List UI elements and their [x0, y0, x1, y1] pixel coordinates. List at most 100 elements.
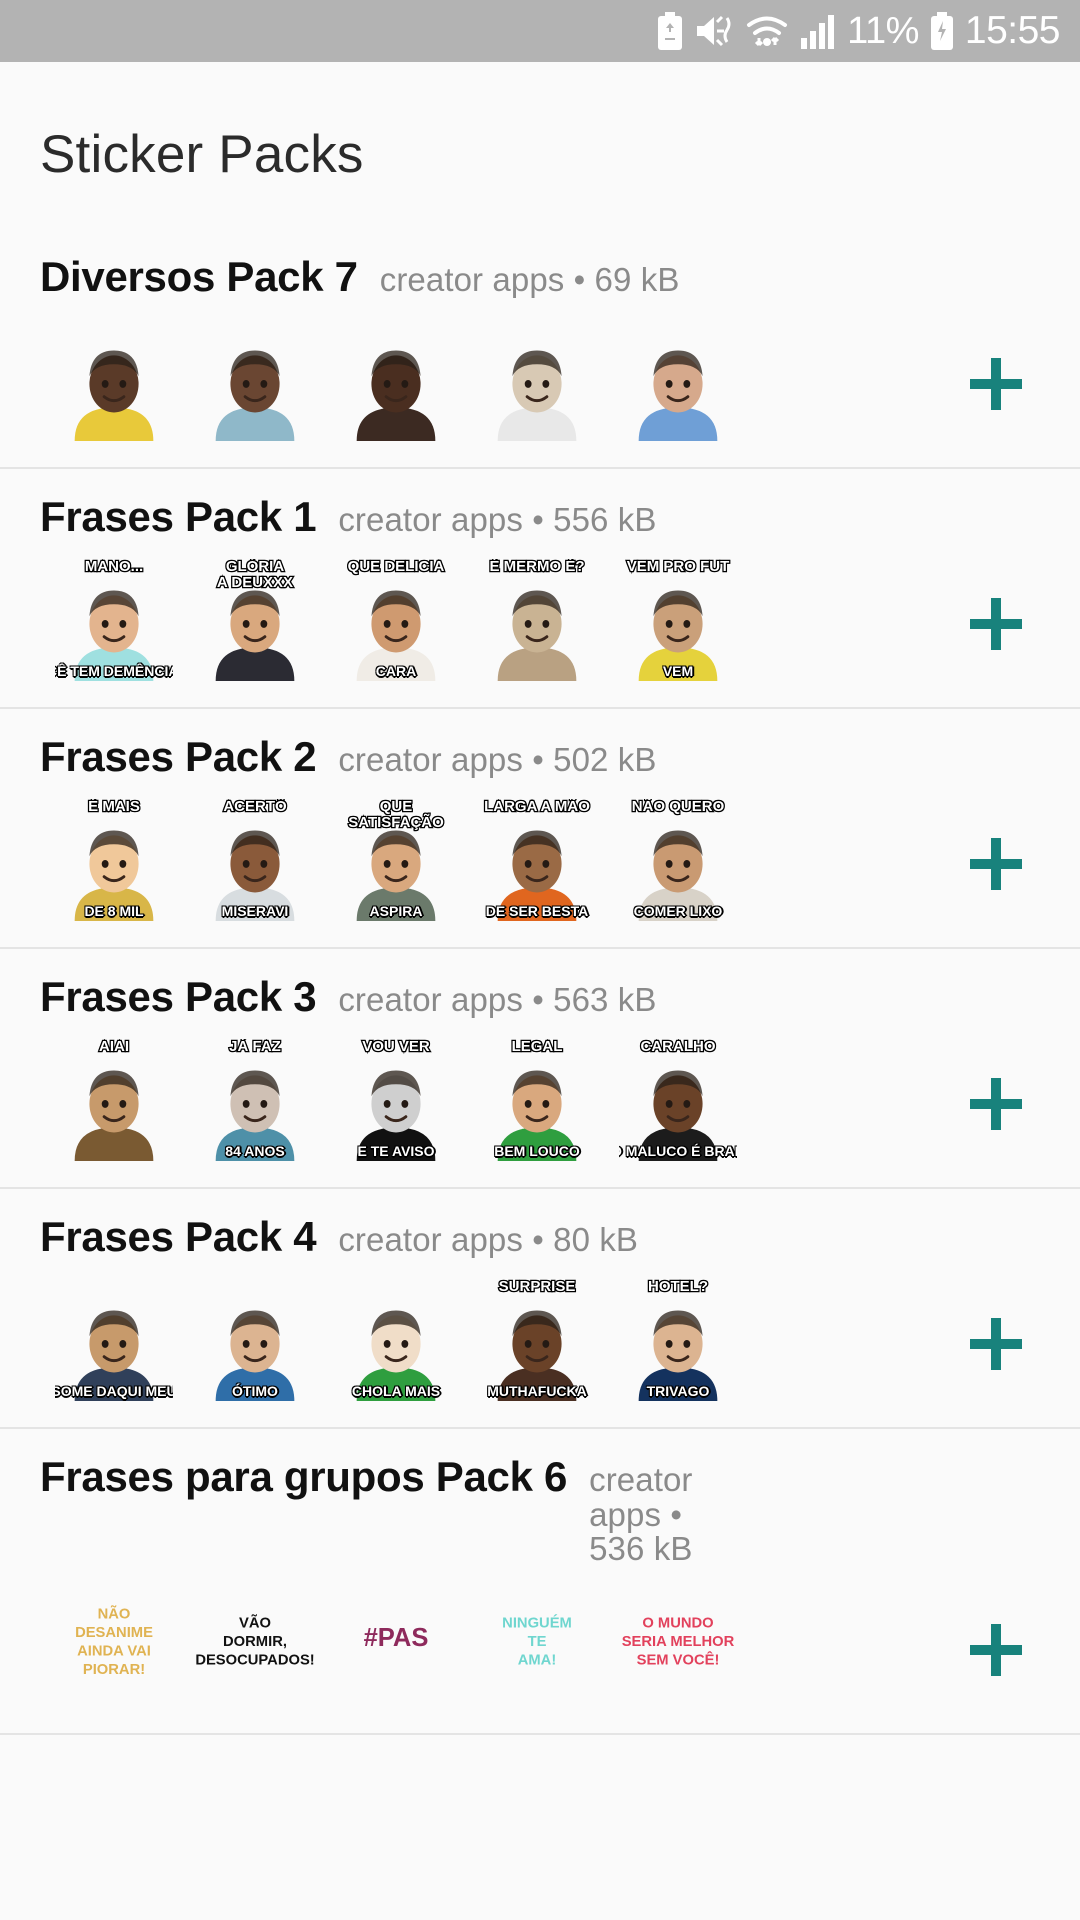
add-pack-button[interactable]	[964, 352, 1028, 416]
sticker-bottom-caption: DE SER BESTA	[485, 903, 589, 920]
sticker-pack-row[interactable]: Frases Pack 1 creator apps • 556 kB MANO.…	[0, 467, 1080, 707]
pack-header: Frases Pack 3 creator apps • 563 kB	[0, 949, 1080, 1021]
sticker-pack-row[interactable]: Frases para grupos Pack 6 creator apps • …	[0, 1427, 1080, 1733]
man-surprise-sticker[interactable]: SURPRISE MUTHAFUCKA	[478, 1279, 596, 1401]
trivago-guy-sticker[interactable]: HOTEL? TRIVAGO	[619, 1279, 737, 1401]
pack-preview-strip: MANO...CÊ TEM DEMÊNCIA? GLÓRIA A DEUXXX …	[0, 541, 1080, 707]
sticker-top-caption: CARALHO	[639, 1039, 717, 1055]
charging-battery-icon	[930, 12, 954, 50]
sticker-top-caption: LEGAL	[510, 1039, 563, 1055]
sticker-bottom-caption: E TE AVISO	[357, 1143, 435, 1160]
sticker-pack-row[interactable]: Frases Pack 2 creator apps • 502 kB É MAI…	[0, 707, 1080, 947]
old-man-angry-sticker[interactable]	[478, 319, 596, 441]
boy-pointing-sticker[interactable]: MANO... CÊ TEM DEMÊNCIA?	[55, 559, 173, 681]
boy-cap-sticker[interactable]: NÃO QUERO COMER LIXO	[619, 799, 737, 921]
sticker-top-caption: É MERMO É?	[488, 559, 586, 575]
pack-title: Frases Pack 1	[40, 493, 317, 540]
sticker-top-caption: ACERTÔ	[222, 799, 288, 815]
plus-icon-vertical	[991, 838, 1001, 890]
plus-icon-vertical	[991, 1623, 1001, 1676]
sticker-bottom-caption: MISERAVI	[221, 903, 289, 920]
svg-text:AINDA VAI: AINDA VAI	[77, 1643, 151, 1659]
man-cap-laughing-sticker[interactable]: CARALHO O MALUCO É BRABO	[619, 1039, 737, 1161]
svg-text:TE: TE	[528, 1634, 547, 1650]
add-pack-button[interactable]	[964, 1618, 1028, 1682]
plus-icon-vertical	[991, 1318, 1001, 1370]
man-drinking-sticker[interactable]: QUE DELICIA CARA	[337, 559, 455, 681]
sticker-bottom-caption: O MALUCO É BRABO	[619, 1143, 737, 1160]
add-pack-button[interactable]	[964, 1072, 1028, 1136]
vegeta-sticker[interactable]: É MAIS DE 8 MIL	[55, 799, 173, 921]
o-mundo-seria-melhor-text-sticker[interactable]: O MUNDO SERIA MELHOR SEM VOCÊ!	[619, 1585, 737, 1707]
mute-vibrate-icon	[694, 12, 734, 50]
clock-label: 15:55	[964, 9, 1061, 52]
old-woman-sticker[interactable]: JÁ FAZ 84 ANOS	[196, 1039, 314, 1161]
status-bar: 11% 15:55	[0, 0, 1080, 62]
sticker-bottom-caption: CARA	[375, 663, 417, 680]
pack-title: Frases para grupos Pack 6	[40, 1453, 568, 1500]
sticker-top-caption: SURPRISE	[497, 1279, 576, 1295]
sticker-top-caption: MANO...	[84, 559, 145, 575]
svg-text:DESANIME: DESANIME	[75, 1625, 153, 1641]
plus-icon-vertical	[991, 1078, 1001, 1130]
pack-preview-strip: É MAIS DE 8 MIL ACERTÔ MISERAVI QUE SATISF…	[0, 781, 1080, 947]
grim-reaper-sticker[interactable]: VOU VER E TE AVISO	[337, 1039, 455, 1161]
man-blue-shirt-yelling-sticker[interactable]	[619, 319, 737, 441]
pack-header: Frases Pack 4 creator apps • 80 kB	[0, 1189, 1080, 1261]
pack-preview-strip	[0, 301, 1080, 467]
woman-serious-sticker[interactable]: ÓTIMO	[196, 1279, 314, 1401]
add-pack-button[interactable]	[964, 592, 1028, 656]
sticker-top-caption: NÃO QUERO	[630, 799, 725, 815]
sticker-top-caption: É MAIS	[87, 799, 141, 815]
vao-dormir-text-sticker[interactable]: VÃO DORMIR, DESOCUPADOS!	[196, 1585, 314, 1707]
sticker-bottom-caption: BEM LOUCO	[494, 1143, 580, 1160]
sticker-top-caption: QUE SATISFAÇÃO	[347, 799, 445, 831]
pack-preview-strip: AIAI JÁ FAZ 84 ANOS VOU VER E TE AVISO L…	[0, 1021, 1080, 1187]
svg-text:AMA!: AMA!	[518, 1653, 557, 1669]
sticker-top-caption: AIAI	[98, 1039, 131, 1055]
battery-saver-icon	[657, 12, 683, 50]
politician-praying-sticker[interactable]: GLÓRIA A DEUXXX	[196, 559, 314, 681]
man-bar-scene-sticker[interactable]: AIAI	[55, 1039, 173, 1161]
svg-text:SEM VOCÊ!: SEM VOCÊ!	[637, 1651, 720, 1669]
add-pack-button[interactable]	[964, 1312, 1028, 1376]
girl-green-shirt-interview-sticker[interactable]: LEGAL BEM LOUCO	[478, 1039, 596, 1161]
plus-icon-vertical	[991, 358, 1001, 410]
hashtag-pas-text-sticker[interactable]: #PAS	[337, 1585, 455, 1707]
sticker-top-caption: HOTEL?	[647, 1279, 710, 1295]
sticker-top-caption: GLÓRIA A DEUXXX	[216, 559, 295, 591]
pack-title: Frases Pack 3	[40, 973, 317, 1020]
man-hoodie-glasses-sticker[interactable]	[196, 319, 314, 441]
svg-text:O MUNDO: O MUNDO	[642, 1616, 713, 1632]
man-shouting-sticker[interactable]	[337, 319, 455, 441]
svg-text:DORMIR,: DORMIR,	[223, 1634, 287, 1650]
nao-desanime-text-sticker[interactable]: NÃO DESANIME AINDA VAI PIORAR!	[55, 1585, 173, 1707]
sticker-bottom-caption: VEM	[662, 663, 694, 680]
man-orange-shirt-sticker[interactable]: LARGA A MÃO DE SER BESTA	[478, 799, 596, 921]
man-yellow-shirt-vem-sticker[interactable]: VEM PRO FUT VEM	[619, 559, 737, 681]
sticker-pack-row[interactable]: Diversos Pack 7 creator apps • 69 kB	[0, 229, 1080, 467]
table-argument-sticker[interactable]: SOME DAQUI MEU	[55, 1279, 173, 1401]
svg-text:DESOCUPADOS!: DESOCUPADOS!	[196, 1653, 314, 1669]
officer-laughing-sticker[interactable]: QUE SATISFAÇÃO ASPIRA	[337, 799, 455, 921]
pack-meta: creator apps • 563 kB	[338, 981, 657, 1018]
sticker-pack-row[interactable]: Frases Pack 3 creator apps • 563 kB AIAI …	[0, 947, 1080, 1187]
sticker-bottom-caption: CÊ TEM DEMÊNCIA?	[55, 663, 173, 680]
ninguem-te-ama-text-sticker[interactable]: NINGUÉM TE AMA!	[478, 1585, 596, 1707]
man-yellow-shirt-sticker[interactable]	[55, 319, 173, 441]
pack-title: Diversos Pack 7	[40, 253, 358, 300]
meerkat-sticker[interactable]: É MERMO É?	[478, 559, 596, 681]
svg-text:NINGUÉM: NINGUÉM	[502, 1615, 572, 1632]
add-pack-button[interactable]	[964, 832, 1028, 896]
sticker-top-caption: QUE DELICIA	[346, 559, 445, 575]
pack-preview-strip: SOME DAQUI MEU ÓTIMO CHOLA MAIS SURPRISE…	[0, 1261, 1080, 1427]
sticker-top-caption: VOU VER	[361, 1039, 431, 1055]
sticker-pack-row[interactable]: Frases Pack 4 creator apps • 80 kB SOME D…	[0, 1187, 1080, 1427]
cebolinha-sticker[interactable]: CHOLA MAIS	[337, 1279, 455, 1401]
sticker-bottom-caption: ASPIRA	[369, 903, 423, 920]
signal-icon	[800, 12, 836, 50]
svg-text:SERIA MELHOR: SERIA MELHOR	[622, 1634, 735, 1650]
page-title: Sticker Packs	[40, 125, 364, 184]
man-laughing-sticker[interactable]: ACERTÔ MISERAVI	[196, 799, 314, 921]
sticker-bottom-caption: DE 8 MIL	[84, 903, 144, 920]
